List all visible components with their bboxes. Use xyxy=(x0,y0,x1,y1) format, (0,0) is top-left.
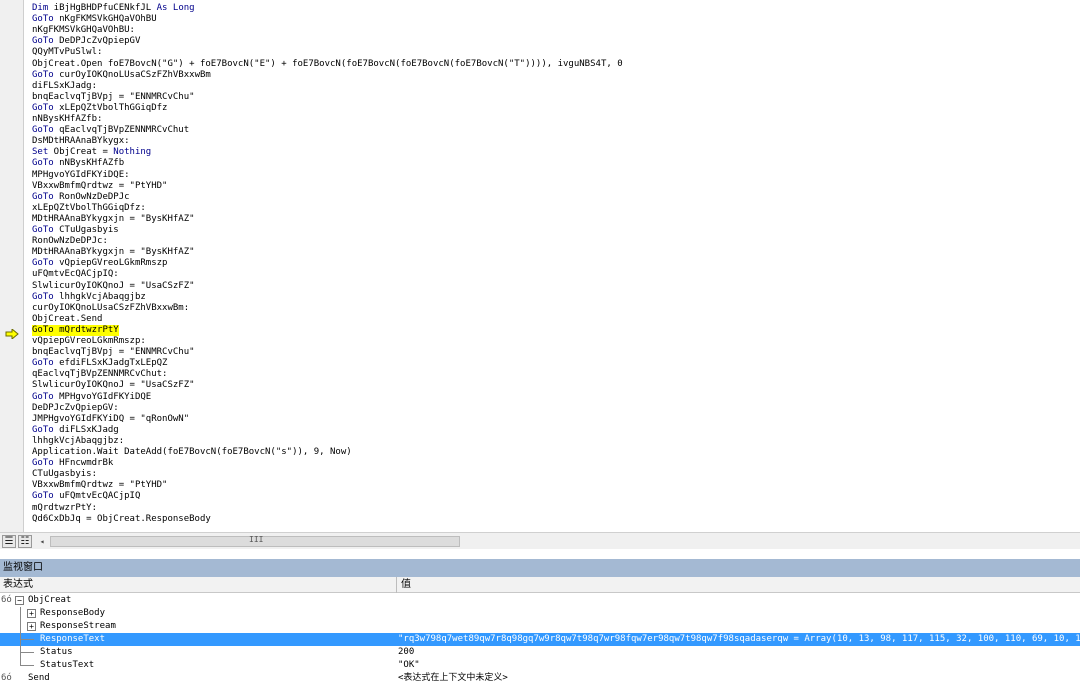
watch-row[interactable]: ResponseText "rq3w798q7wet89qw7r8q98gq7w9… xyxy=(0,633,1080,646)
watch-value: <表达式在上下文中未定义> xyxy=(398,673,508,683)
code-line[interactable]: GoTo uFQmtvEcQACjpIQ xyxy=(32,491,140,502)
code-line[interactable]: GoTo qEaclvqTjBVpZENNMRCvChut xyxy=(32,125,189,136)
value-column-header[interactable]: 值 xyxy=(401,577,411,593)
current-code-line[interactable]: GoTo mQrdtwzrPtY xyxy=(32,324,119,336)
code-line[interactable]: nKgFKMSVkGHQaVOhBU: xyxy=(32,25,135,36)
code-line[interactable]: QQyMTvPuSlwl: xyxy=(32,47,102,58)
code-line[interactable]: GoTo CTuUgasbyis xyxy=(32,225,119,236)
code-line[interactable]: DsMDtHRAAnaBYkygx: xyxy=(32,136,130,147)
code-line[interactable]: Dim iBjHgBHDPfuCENkfJL As Long xyxy=(32,3,195,14)
tree-connector xyxy=(20,639,34,640)
tree-connector xyxy=(20,665,34,666)
code-line[interactable]: VBxxwBmfmQrdtwz = "PtYHD" xyxy=(32,181,167,192)
code-line[interactable]: vQpiepGVreoLGkmRmszp: xyxy=(32,336,146,347)
code-line[interactable]: uFQmtvEcQACjpIQ: xyxy=(32,269,119,280)
code-line[interactable]: Set ObjCreat = Nothing xyxy=(32,147,151,158)
watch-row[interactable]: Status 200 xyxy=(0,646,1080,659)
watch-expression: Status xyxy=(40,647,73,657)
watch-expression: ObjCreat xyxy=(28,595,72,605)
code-line[interactable]: GoTo vQpiepGVreoLGkmRmszp xyxy=(32,258,167,269)
code-line[interactable]: GoTo DeDPJcZvQpiepGV xyxy=(32,36,140,47)
code-line[interactable]: bnqEaclvqTjBVpj = "ENNMRCvChu" xyxy=(32,92,195,103)
watch-expression: ResponseText xyxy=(40,634,106,644)
code-line[interactable]: GoTo lhhgkVcjAbaqgjbz xyxy=(32,292,146,303)
watch-glasses-icon: 6ó xyxy=(1,673,12,683)
horizontal-scrollbar[interactable]: III xyxy=(50,535,460,547)
tree-connector xyxy=(20,652,34,653)
expression-column-header[interactable]: 表达式 xyxy=(3,577,33,593)
code-line[interactable]: GoTo nKgFKMSVkGHQaVOhBU xyxy=(32,14,157,25)
code-line[interactable]: xLEpQZtVbolThGGiqDfz: xyxy=(32,203,146,214)
current-line-arrow-icon xyxy=(5,329,19,339)
column-divider[interactable] xyxy=(396,577,397,593)
code-line[interactable]: GoTo curOyIOKQnoLUsaCSzFZhVBxxwBm xyxy=(32,70,211,81)
watch-row[interactable]: 6ó − ObjCreat xyxy=(0,594,1080,607)
code-line[interactable]: ObjCreat.Send xyxy=(32,314,102,325)
code-line[interactable]: GoTo RonOwNzDeDPJc xyxy=(32,192,130,203)
collapse-icon[interactable]: − xyxy=(15,596,24,605)
full-module-view-button[interactable]: ☷ xyxy=(18,535,32,548)
code-line[interactable]: SlwlicurOyIOKQnoJ = "UsaCSzFZ" xyxy=(32,281,195,292)
code-line[interactable]: GoTo HFncwmdrBk xyxy=(32,458,113,469)
code-line[interactable]: bnqEaclvqTjBVpj = "ENNMRCvChu" xyxy=(32,347,195,358)
code-line[interactable]: qEaclvqTjBVpZENNMRCvChut: xyxy=(32,369,167,380)
watch-expression: ResponseStream xyxy=(40,621,116,631)
code-line[interactable]: JMPHgvoYGIdFKYiDQ = "qRonOwN" xyxy=(32,414,189,425)
watch-row[interactable]: 6ó Send <表达式在上下文中未定义> xyxy=(0,672,1080,683)
expand-icon[interactable]: + xyxy=(27,609,36,618)
code-line[interactable]: DeDPJcZvQpiepGV: xyxy=(32,403,119,414)
editor-bottom-bar: ☰ ☷ ◂ III xyxy=(0,532,1080,549)
code-line[interactable]: diFLSxKJadg: xyxy=(32,81,97,92)
code-line[interactable]: MDtHRAAnaBYkygxjn = "BysKHfAZ" xyxy=(32,247,195,258)
code-line[interactable]: ObjCreat.Open foE7BovcN("G") + foE7BovcN… xyxy=(32,59,623,70)
scrollbar-grip-icon: III xyxy=(249,535,264,544)
code-editor[interactable]: Dim iBjHgBHDPfuCENkfJL As Long GoTo nKgFK… xyxy=(0,0,1080,532)
watch-value: "rq3w798q7wet89qw7r8q98gq7w9r8qw7t98q7wr… xyxy=(398,634,1080,644)
watch-row[interactable]: + ResponseBody xyxy=(0,607,1080,620)
code-line[interactable]: GoTo xLEpQZtVbolThGGiqDfz xyxy=(32,103,167,114)
code-line[interactable]: Qd6CxDbJq = ObjCreat.ResponseBody xyxy=(32,514,211,525)
watch-row[interactable]: StatusText "OK" xyxy=(0,659,1080,672)
watch-value: "OK" xyxy=(398,660,420,670)
code-text-area[interactable]: Dim iBjHgBHDPfuCENkfJL As Long GoTo nKgFK… xyxy=(24,0,1080,532)
tree-connector xyxy=(20,607,21,620)
pane-splitter[interactable] xyxy=(0,549,1080,559)
watch-expression: Send xyxy=(28,673,50,683)
code-line[interactable]: nNBysKHfAZfb: xyxy=(32,114,102,125)
watch-expression: StatusText xyxy=(40,660,95,670)
code-line[interactable]: curOyIOKQnoLUsaCSzFZhVBxxwBm: xyxy=(32,303,189,314)
watch-window-title: 监视窗口 xyxy=(0,559,1080,577)
code-line[interactable]: CTuUgasbyis: xyxy=(32,469,97,480)
code-line[interactable]: GoTo nNBysKHfAZfb xyxy=(32,158,124,169)
code-line[interactable]: MDtHRAAnaBYkygxjn = "BysKHfAZ" xyxy=(32,214,195,225)
code-line[interactable]: RonOwNzDeDPJc: xyxy=(32,236,108,247)
code-line[interactable]: MPHgvoYGIdFKYiDQE: xyxy=(32,170,130,181)
watch-value: 200 xyxy=(398,647,415,657)
breakpoint-gutter[interactable] xyxy=(0,0,24,532)
code-line[interactable]: mQrdtwzrPtY: xyxy=(32,503,97,514)
code-line[interactable]: SlwlicurOyIOKQnoJ = "UsaCSzFZ" xyxy=(32,380,195,391)
watch-list[interactable]: 6ó − ObjCreat + ResponseBody + ResponseStream R… xyxy=(0,593,1080,683)
code-line[interactable]: lhhgkVcjAbaqgjbz: xyxy=(32,436,124,447)
watch-glasses-icon: 6ó xyxy=(1,595,12,605)
code-line[interactable]: GoTo efdiFLSxKJadgTxLEpQZ xyxy=(32,358,167,369)
watch-expression: ResponseBody xyxy=(40,608,106,618)
watch-row[interactable]: + ResponseStream xyxy=(0,620,1080,633)
code-line[interactable]: VBxxwBmfmQrdtwz = "PtYHD" xyxy=(32,480,167,491)
expand-icon[interactable]: + xyxy=(27,622,36,631)
scroll-left-arrow-icon[interactable]: ◂ xyxy=(36,535,48,548)
code-line[interactable]: Application.Wait DateAdd(foE7BovcN(foE7B… xyxy=(32,447,352,458)
tree-connector xyxy=(20,620,21,633)
code-line[interactable]: GoTo MPHgvoYGIdFKYiDQE xyxy=(32,392,151,403)
scrollbar-thumb[interactable]: III xyxy=(51,535,459,546)
procedure-view-button[interactable]: ☰ xyxy=(2,535,16,548)
watch-column-header: 表达式 值 xyxy=(0,577,1080,593)
code-line[interactable]: GoTo diFLSxKJadg xyxy=(32,425,119,436)
